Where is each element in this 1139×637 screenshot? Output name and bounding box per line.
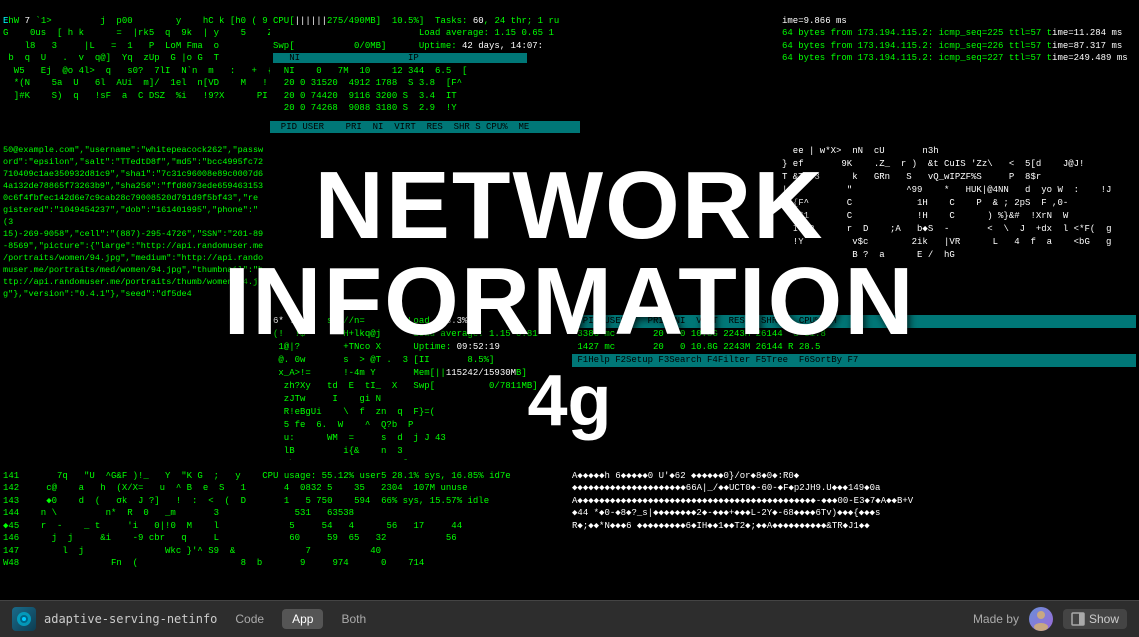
avatar <box>1029 607 1053 631</box>
toolbar-left: adaptive-serving-netinfo Code App Both <box>12 607 973 631</box>
app-icon <box>12 607 36 631</box>
app-icon-inner <box>12 607 36 631</box>
show-label: Show <box>1089 612 1119 626</box>
tab-app-button[interactable]: App <box>282 609 323 629</box>
toolbar: adaptive-serving-netinfo Code App Both M… <box>0 600 1139 637</box>
app-name-label: adaptive-serving-netinfo <box>44 612 217 626</box>
app-logo-icon <box>15 610 33 628</box>
tab-both-button[interactable]: Both <box>331 609 376 629</box>
toolbar-right: Made by Show <box>973 607 1127 631</box>
show-icon <box>1071 612 1085 626</box>
avatar-icon <box>1029 607 1053 631</box>
made-by-label: Made by <box>973 612 1019 626</box>
terminal-background: EhW 7 `1> j p00 y hC k [h0 ( 9 z l Mem[|… <box>0 0 1139 600</box>
show-button[interactable]: Show <box>1063 609 1127 629</box>
tab-code-button[interactable]: Code <box>225 609 274 629</box>
